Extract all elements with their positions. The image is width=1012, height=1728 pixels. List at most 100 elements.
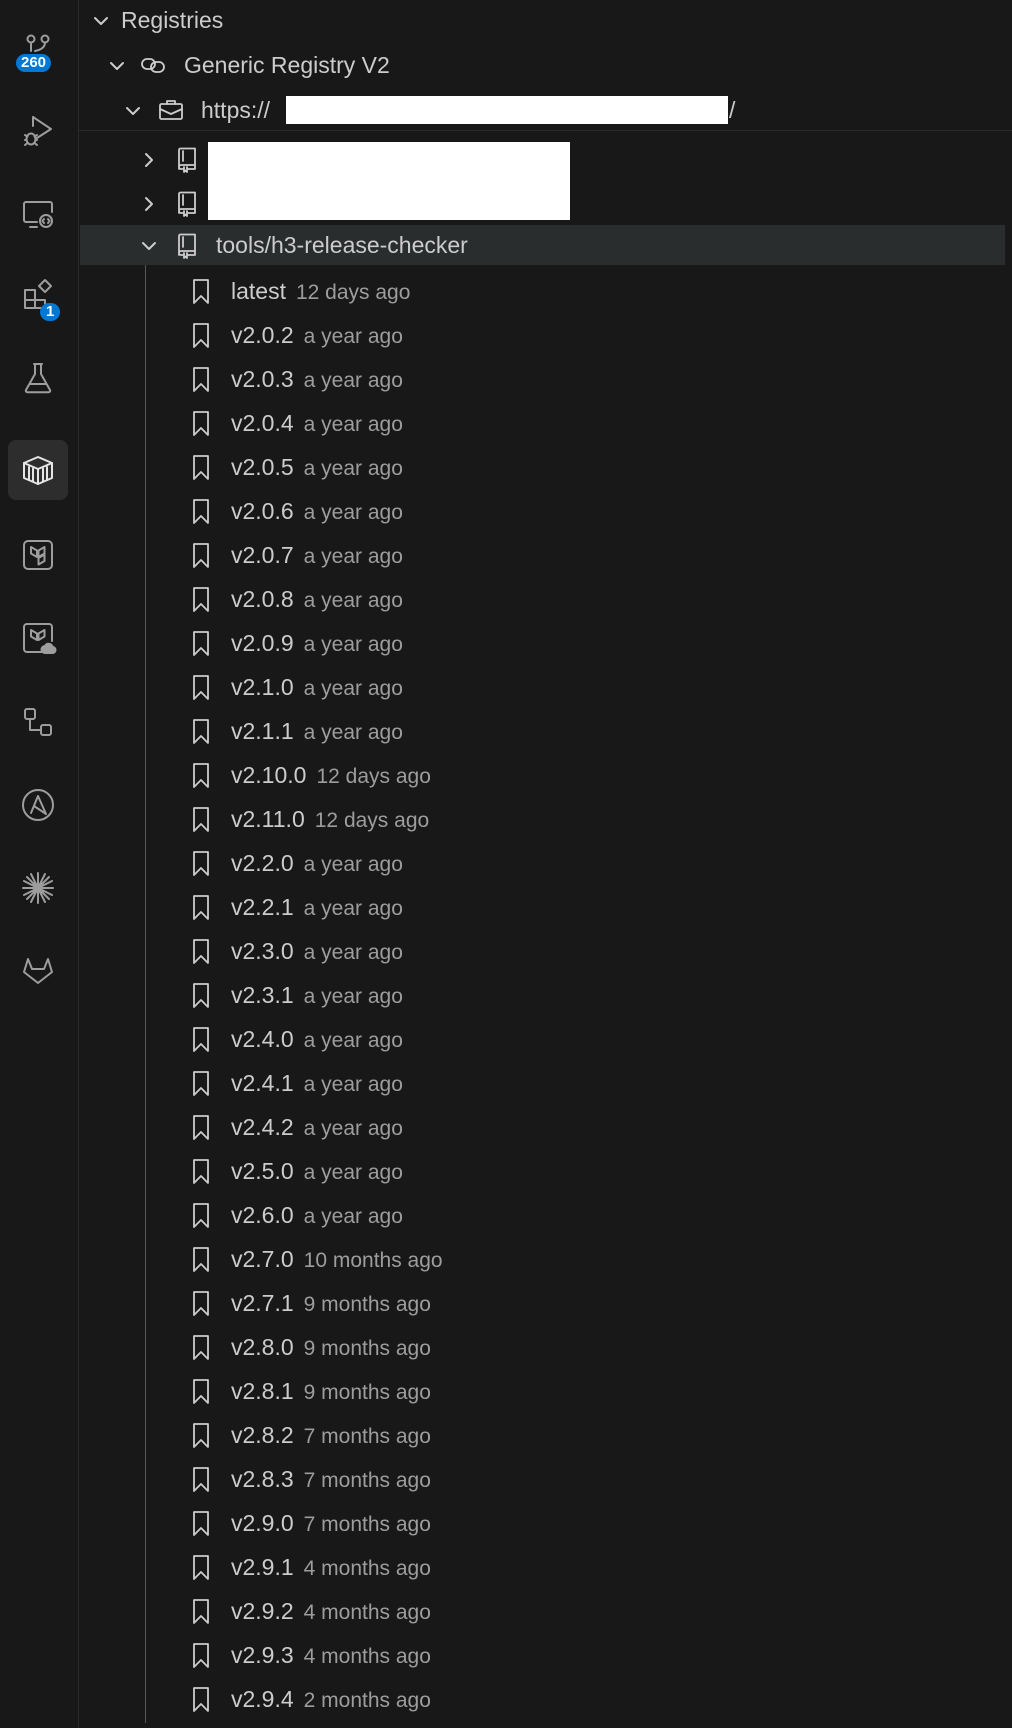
- tag-name: v2.8.0: [231, 1334, 294, 1360]
- activity-ansible[interactable]: [8, 775, 68, 835]
- activity-terraform[interactable]: [8, 525, 68, 585]
- tree-item-repository-h3-release-checker[interactable]: tools/h3-release-checker: [80, 225, 1005, 265]
- tag-item[interactable]: v2.8.0 9 months ago: [79, 1327, 1012, 1367]
- extensions-badge: 1: [40, 303, 61, 321]
- tag-item[interactable]: v2.0.5 a year ago: [79, 447, 1012, 487]
- activity-testing[interactable]: [8, 348, 68, 408]
- tag-description: a year ago: [303, 1073, 403, 1096]
- tag-description: 9 months ago: [303, 1293, 431, 1316]
- activity-sparkle[interactable]: [8, 858, 68, 918]
- tag-item[interactable]: v2.8.2 7 months ago: [79, 1415, 1012, 1455]
- tag-description: 7 months ago: [303, 1513, 431, 1536]
- bookmark-icon: [187, 629, 215, 657]
- generic-registry-label: Generic Registry V2: [184, 52, 390, 78]
- bookmark-icon: [187, 497, 215, 525]
- activity-source-control[interactable]: 260: [8, 20, 68, 80]
- tag-item[interactable]: v2.0.9 a year ago: [79, 623, 1012, 663]
- tag-item[interactable]: v2.2.1 a year ago: [79, 887, 1012, 927]
- tag-name: v2.8.2: [231, 1422, 294, 1448]
- briefcase-icon: [157, 96, 185, 124]
- tag-item[interactable]: v2.7.0 10 months ago: [79, 1239, 1012, 1279]
- chevron-down-icon: [107, 55, 127, 75]
- tag-description: a year ago: [303, 985, 403, 1008]
- tag-name: latest: [231, 278, 286, 304]
- tag-item[interactable]: v2.4.2 a year ago: [79, 1107, 1012, 1147]
- tag-name: v2.1.0: [231, 674, 294, 700]
- tag-item[interactable]: v2.9.4 2 months ago: [79, 1679, 1012, 1719]
- tag-name: v2.4.1: [231, 1070, 294, 1096]
- tree-item-registry-url[interactable]: https:// /: [79, 90, 1012, 130]
- repository-icon: [173, 231, 201, 259]
- tag-item[interactable]: v2.4.0 a year ago: [79, 1019, 1012, 1059]
- tag-description: 12 days ago: [316, 765, 431, 788]
- tag-item[interactable]: v2.9.2 4 months ago: [79, 1591, 1012, 1631]
- tag-item[interactable]: v2.0.2 a year ago: [79, 315, 1012, 355]
- tag-item[interactable]: v2.3.1 a year ago: [79, 975, 1012, 1015]
- tag-item[interactable]: v2.6.0 a year ago: [79, 1195, 1012, 1235]
- tag-item[interactable]: v2.2.0 a year ago: [79, 843, 1012, 883]
- flask-icon: [24, 363, 52, 394]
- bookmark-icon: [187, 1245, 215, 1273]
- tag-item[interactable]: v2.0.6 a year ago: [79, 491, 1012, 531]
- tag-description: 4 months ago: [303, 1645, 431, 1668]
- section-registries[interactable]: Registries: [79, 0, 1012, 40]
- tag-item[interactable]: v2.3.0 a year ago: [79, 931, 1012, 971]
- tag-description: a year ago: [303, 457, 403, 480]
- tag-label: v2.0.6 a year ago: [231, 499, 403, 525]
- tag-item[interactable]: v2.4.1 a year ago: [79, 1063, 1012, 1103]
- tag-name: v2.9.1: [231, 1554, 294, 1580]
- bookmark-icon: [187, 893, 215, 921]
- tag-item[interactable]: v2.0.4 a year ago: [79, 403, 1012, 443]
- bookmark-icon: [187, 409, 215, 437]
- activity-remote-explorer[interactable]: [8, 184, 68, 244]
- activity-workflow[interactable]: [8, 692, 68, 752]
- bookmark-icon: [187, 1465, 215, 1493]
- tag-item[interactable]: v2.9.0 7 months ago: [79, 1503, 1012, 1543]
- tag-item[interactable]: v2.8.3 7 months ago: [79, 1459, 1012, 1499]
- bookmark-icon: [187, 585, 215, 613]
- tag-item[interactable]: v2.10.0 12 days ago: [79, 755, 1012, 795]
- activity-terraform-cloud[interactable]: [8, 608, 68, 668]
- tag-item[interactable]: v2.11.0 12 days ago: [79, 799, 1012, 839]
- tag-label: v2.11.0 12 days ago: [231, 807, 429, 833]
- tag-item[interactable]: v2.1.0 a year ago: [79, 667, 1012, 707]
- tag-item[interactable]: v2.0.8 a year ago: [79, 579, 1012, 619]
- bookmark-icon: [187, 1201, 215, 1229]
- tag-item[interactable]: v2.8.1 9 months ago: [79, 1371, 1012, 1411]
- tag-description: a year ago: [303, 545, 403, 568]
- tag-name: v2.7.0: [231, 1246, 294, 1272]
- tag-item[interactable]: latest 12 days ago: [79, 271, 1012, 311]
- bookmark-icon: [187, 1553, 215, 1581]
- activity-containers[interactable]: [8, 440, 68, 500]
- tag-label: v2.8.1 9 months ago: [231, 1379, 431, 1405]
- tag-item[interactable]: v2.0.3 a year ago: [79, 359, 1012, 399]
- tree-item-generic-registry[interactable]: Generic Registry V2: [79, 45, 1012, 85]
- tag-label: v2.0.8 a year ago: [231, 587, 403, 613]
- activity-extensions[interactable]: 1: [8, 265, 68, 325]
- tag-item[interactable]: v2.0.7 a year ago: [79, 535, 1012, 575]
- tag-description: a year ago: [303, 721, 403, 744]
- tag-item[interactable]: v2.7.1 9 months ago: [79, 1283, 1012, 1323]
- tree-item-repository-redacted[interactable]: [79, 183, 1012, 223]
- repository-label: tools/h3-release-checker: [216, 232, 468, 258]
- repository-icon: [173, 189, 201, 217]
- chevron-down-icon: [91, 10, 111, 30]
- tag-name: v2.7.1: [231, 1290, 294, 1316]
- source-control-badge: 260: [16, 54, 52, 72]
- tag-item[interactable]: v2.9.1 4 months ago: [79, 1547, 1012, 1587]
- tag-item[interactable]: v2.5.0 a year ago: [79, 1151, 1012, 1191]
- tag-item[interactable]: v2.9.3 4 months ago: [79, 1635, 1012, 1675]
- activity-gitlab[interactable]: [8, 940, 68, 1000]
- tag-item[interactable]: v2.1.1 a year ago: [79, 711, 1012, 751]
- tag-name: v2.6.0: [231, 1202, 294, 1228]
- bookmark-icon: [187, 321, 215, 349]
- tag-label: v2.7.0 10 months ago: [231, 1247, 443, 1273]
- tag-label: v2.0.7 a year ago: [231, 543, 403, 569]
- tag-label: v2.4.1 a year ago: [231, 1071, 403, 1097]
- tag-description: a year ago: [303, 677, 403, 700]
- bookmark-icon: [187, 541, 215, 569]
- activity-run-debug[interactable]: [8, 100, 68, 160]
- tag-label: v2.10.0 12 days ago: [231, 763, 431, 789]
- tag-name: v2.5.0: [231, 1158, 294, 1184]
- tag-name: v2.9.2: [231, 1598, 294, 1624]
